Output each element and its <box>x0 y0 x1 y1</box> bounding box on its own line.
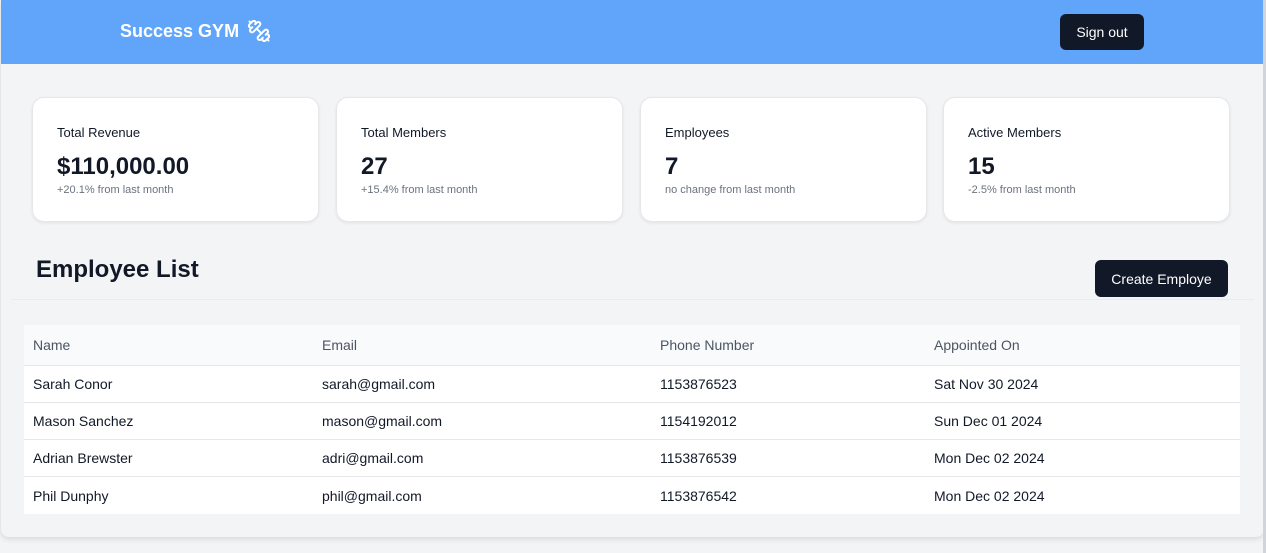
stat-value: $110,000.00 <box>57 153 190 180</box>
stat-change: no change from last month <box>665 184 796 196</box>
cell-appointed-on: Mon Dec 02 2024 <box>934 450 1045 466</box>
cell-name: Sarah Conor <box>33 376 113 392</box>
column-header-email[interactable]: Email <box>322 325 357 365</box>
table-row[interactable]: Adrian Brewster adri@gmail.com 115387653… <box>24 440 1240 477</box>
stat-card-active-members: Active Members 15 -2.5% from last month <box>943 97 1230 222</box>
stat-card-total-members: Total Members 27 +15.4% from last month <box>336 97 623 222</box>
cell-appointed-on: Mon Dec 02 2024 <box>934 487 1045 504</box>
stat-card-total-revenue: Total Revenue $110,000.00 +20.1% from la… <box>32 97 319 222</box>
stat-label: Total Members <box>361 125 447 140</box>
cell-phone: 1154192012 <box>660 413 737 429</box>
cell-email: sarah@gmail.com <box>322 376 436 392</box>
stat-label: Active Members <box>968 125 1062 140</box>
stat-value: 7 <box>665 153 679 180</box>
create-employee-button[interactable]: Create Employe <box>1095 260 1228 297</box>
column-header-phone[interactable]: Phone Number <box>660 325 754 365</box>
employee-table: Name Email Phone Number Appointed On Sar… <box>24 325 1240 514</box>
table-header-row: Name Email Phone Number Appointed On <box>24 325 1240 366</box>
cell-email: phil@gmail.com <box>322 487 422 504</box>
section-divider <box>11 299 1254 300</box>
column-header-appointed-on[interactable]: Appointed On <box>934 325 1020 365</box>
cell-email: mason@gmail.com <box>322 413 443 429</box>
stat-change: +15.4% from last month <box>361 184 478 196</box>
stat-value: 27 <box>361 153 388 180</box>
stat-value: 15 <box>968 153 995 180</box>
table-row[interactable]: Mason Sanchez mason@gmail.com 1154192012… <box>24 403 1240 440</box>
sign-out-button[interactable]: Sign out <box>1060 14 1144 50</box>
stat-label: Total Revenue <box>57 125 141 140</box>
cell-email: adri@gmail.com <box>322 450 424 466</box>
table-row[interactable]: Sarah Conor sarah@gmail.com 1153876523 S… <box>24 366 1240 403</box>
stat-change: -2.5% from last month <box>968 184 1076 196</box>
cell-appointed-on: Sun Dec 01 2024 <box>934 413 1043 429</box>
table-row[interactable]: Phil Dunphy phil@gmail.com 1153876542 Mo… <box>24 477 1240 514</box>
cell-phone: 1153876542 <box>660 487 737 504</box>
brand-name: Success GYM <box>120 20 240 41</box>
stat-card-employees: Employees 7 no change from last month <box>640 97 927 222</box>
cell-appointed-on: Sat Nov 30 2024 <box>934 376 1039 392</box>
column-header-name[interactable]: Name <box>33 325 70 365</box>
top-header: Success GYM Sign out <box>1 0 1264 64</box>
employee-list-title: Employee List <box>36 256 199 283</box>
cell-phone: 1153876523 <box>660 376 737 392</box>
page: Success GYM Sign out Total Revenue $110,… <box>0 0 1266 553</box>
cell-phone: 1153876539 <box>660 450 737 466</box>
cell-name: Adrian Brewster <box>33 450 133 466</box>
stat-label: Employees <box>665 125 730 140</box>
app-frame: Success GYM Sign out Total Revenue $110,… <box>1 0 1264 537</box>
cell-name: Phil Dunphy <box>33 487 109 504</box>
brand[interactable]: Success GYM <box>120 19 271 43</box>
dumbbell-icon <box>248 19 271 43</box>
stat-change: +20.1% from last month <box>57 184 174 196</box>
cell-name: Mason Sanchez <box>33 413 134 429</box>
